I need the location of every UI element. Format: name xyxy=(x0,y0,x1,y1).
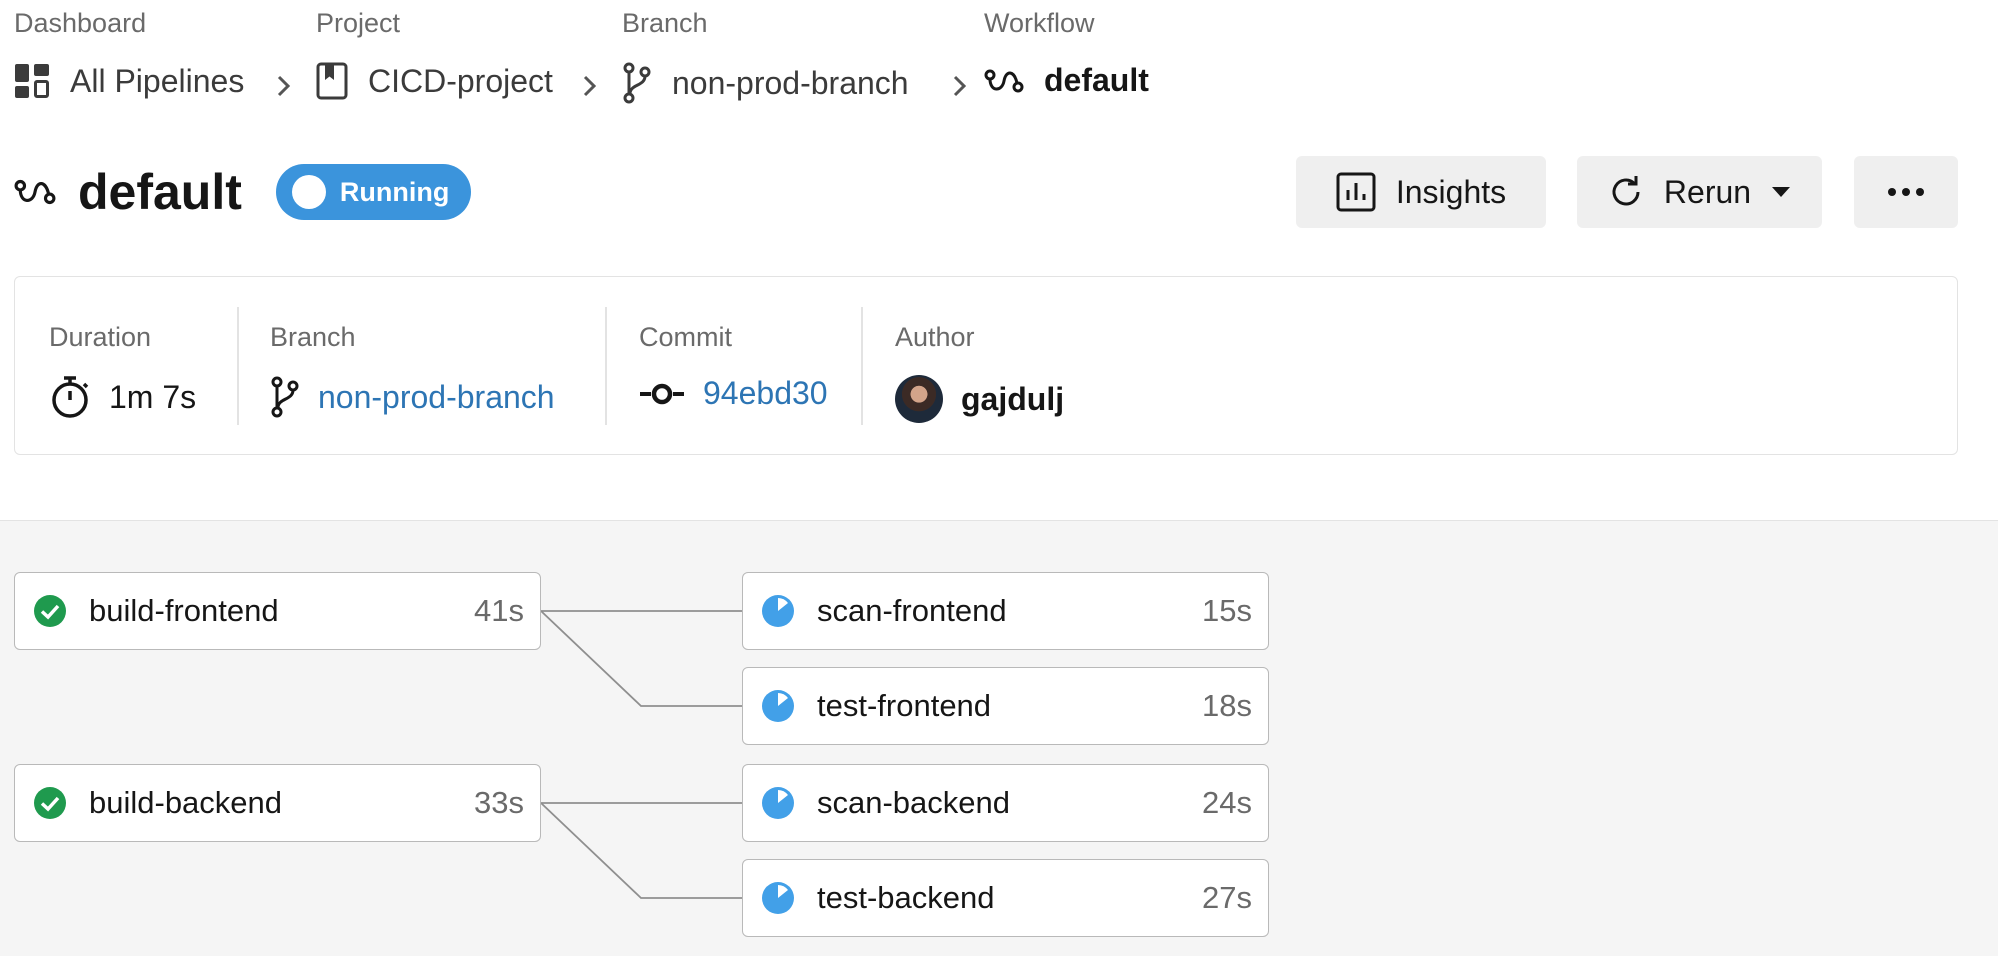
commit-label: Commit xyxy=(639,322,732,352)
stopwatch-icon xyxy=(49,375,91,419)
commit-link-text: 94ebd30 xyxy=(703,375,828,411)
running-pie-icon xyxy=(762,787,794,819)
status-badge: Running xyxy=(275,164,472,220)
commit-link[interactable]: 94ebd30 xyxy=(639,375,828,412)
chevron-right-icon xyxy=(583,75,597,97)
branch-icon xyxy=(622,62,652,104)
breadcrumb-link-branch[interactable]: non-prod-branch xyxy=(622,62,909,104)
job-name: test-frontend xyxy=(817,688,992,723)
bar-chart-icon xyxy=(1336,172,1376,212)
job-card-scan-backend[interactable]: scan-backend 24s xyxy=(742,764,1269,842)
refresh-icon xyxy=(1608,174,1644,210)
job-card-build-backend[interactable]: build-backend 33s xyxy=(14,764,541,842)
running-pie-icon xyxy=(762,690,794,722)
job-name: scan-backend xyxy=(817,785,1011,820)
rerun-button[interactable]: Rerun xyxy=(1577,156,1822,228)
branch-link-text: non-prod-branch xyxy=(318,378,555,415)
avatar xyxy=(895,375,943,423)
check-circle-icon xyxy=(34,787,66,819)
page-header: default Running xyxy=(14,155,472,229)
job-card-test-backend[interactable]: test-backend 27s xyxy=(742,859,1269,937)
job-name: build-backend xyxy=(89,785,283,820)
job-duration: 41s xyxy=(474,593,524,628)
job-card-scan-frontend[interactable]: scan-frontend 15s xyxy=(742,572,1269,650)
breadcrumb-label-project: CICD-project xyxy=(368,62,553,99)
workflow-graph: build-frontend 41s build-backend 33s sca… xyxy=(0,520,1998,956)
job-card-test-frontend[interactable]: test-frontend 18s xyxy=(742,667,1269,745)
page-title: default xyxy=(78,164,242,220)
job-duration: 18s xyxy=(1202,688,1252,723)
workflow-icon xyxy=(984,66,1024,96)
breadcrumb-link-all-pipelines[interactable]: All Pipelines xyxy=(14,62,244,100)
status-label: Running xyxy=(339,176,450,207)
duration-value: 1m 7s xyxy=(49,375,196,419)
branch-link[interactable]: non-prod-branch xyxy=(270,375,555,419)
info-divider xyxy=(237,307,239,425)
more-dots-icon xyxy=(1886,187,1926,197)
job-name: scan-frontend xyxy=(817,593,1007,628)
commit-icon xyxy=(639,381,685,407)
job-duration: 15s xyxy=(1202,593,1252,628)
duration-text: 1m 7s xyxy=(109,378,197,415)
job-name: test-backend xyxy=(817,880,995,915)
breadcrumb-category-dashboard: Dashboard xyxy=(14,8,147,38)
chevron-right-icon xyxy=(277,75,291,97)
running-pie-icon xyxy=(762,595,794,627)
workflow-info-card: Duration 1m 7s Branch non-prod-branch Co… xyxy=(14,276,1958,455)
job-card-build-frontend[interactable]: build-frontend 41s xyxy=(14,572,541,650)
dashboard-icon xyxy=(14,62,50,100)
author-value: gajdulj xyxy=(895,375,1064,423)
check-circle-icon xyxy=(34,595,66,627)
author-name: gajdulj xyxy=(961,380,1065,417)
running-pie-icon xyxy=(762,882,794,914)
breadcrumb-link-workflow[interactable]: default xyxy=(984,62,1149,99)
info-divider xyxy=(605,307,607,425)
branch-label: Branch xyxy=(270,322,356,352)
breadcrumb-category-project: Project xyxy=(316,8,401,38)
branch-icon xyxy=(270,375,300,419)
breadcrumb-link-project[interactable]: CICD-project xyxy=(316,62,553,100)
info-divider xyxy=(861,307,863,425)
insights-label: Insights xyxy=(1395,173,1507,210)
job-duration: 33s xyxy=(474,785,524,820)
status-dot-icon xyxy=(291,175,326,209)
rerun-label: Rerun xyxy=(1663,173,1752,210)
insights-button[interactable]: Insights xyxy=(1296,156,1546,228)
chevron-right-icon xyxy=(953,75,967,97)
breadcrumb-label-branch: non-prod-branch xyxy=(672,64,909,101)
breadcrumb-label-dashboard: All Pipelines xyxy=(70,62,245,99)
workflow-icon xyxy=(14,175,56,209)
caret-down-icon xyxy=(1771,186,1791,198)
more-options-button[interactable] xyxy=(1854,156,1958,228)
project-bookmark-icon xyxy=(316,62,348,100)
duration-label: Duration xyxy=(49,322,152,352)
breadcrumb-category-branch: Branch xyxy=(622,8,708,38)
job-name: build-frontend xyxy=(89,593,279,628)
author-label: Author xyxy=(895,322,975,352)
job-duration: 24s xyxy=(1202,785,1252,820)
breadcrumb-category-workflow: Workflow xyxy=(984,8,1095,38)
breadcrumb-label-workflow: default xyxy=(1044,62,1149,98)
job-duration: 27s xyxy=(1202,880,1252,915)
